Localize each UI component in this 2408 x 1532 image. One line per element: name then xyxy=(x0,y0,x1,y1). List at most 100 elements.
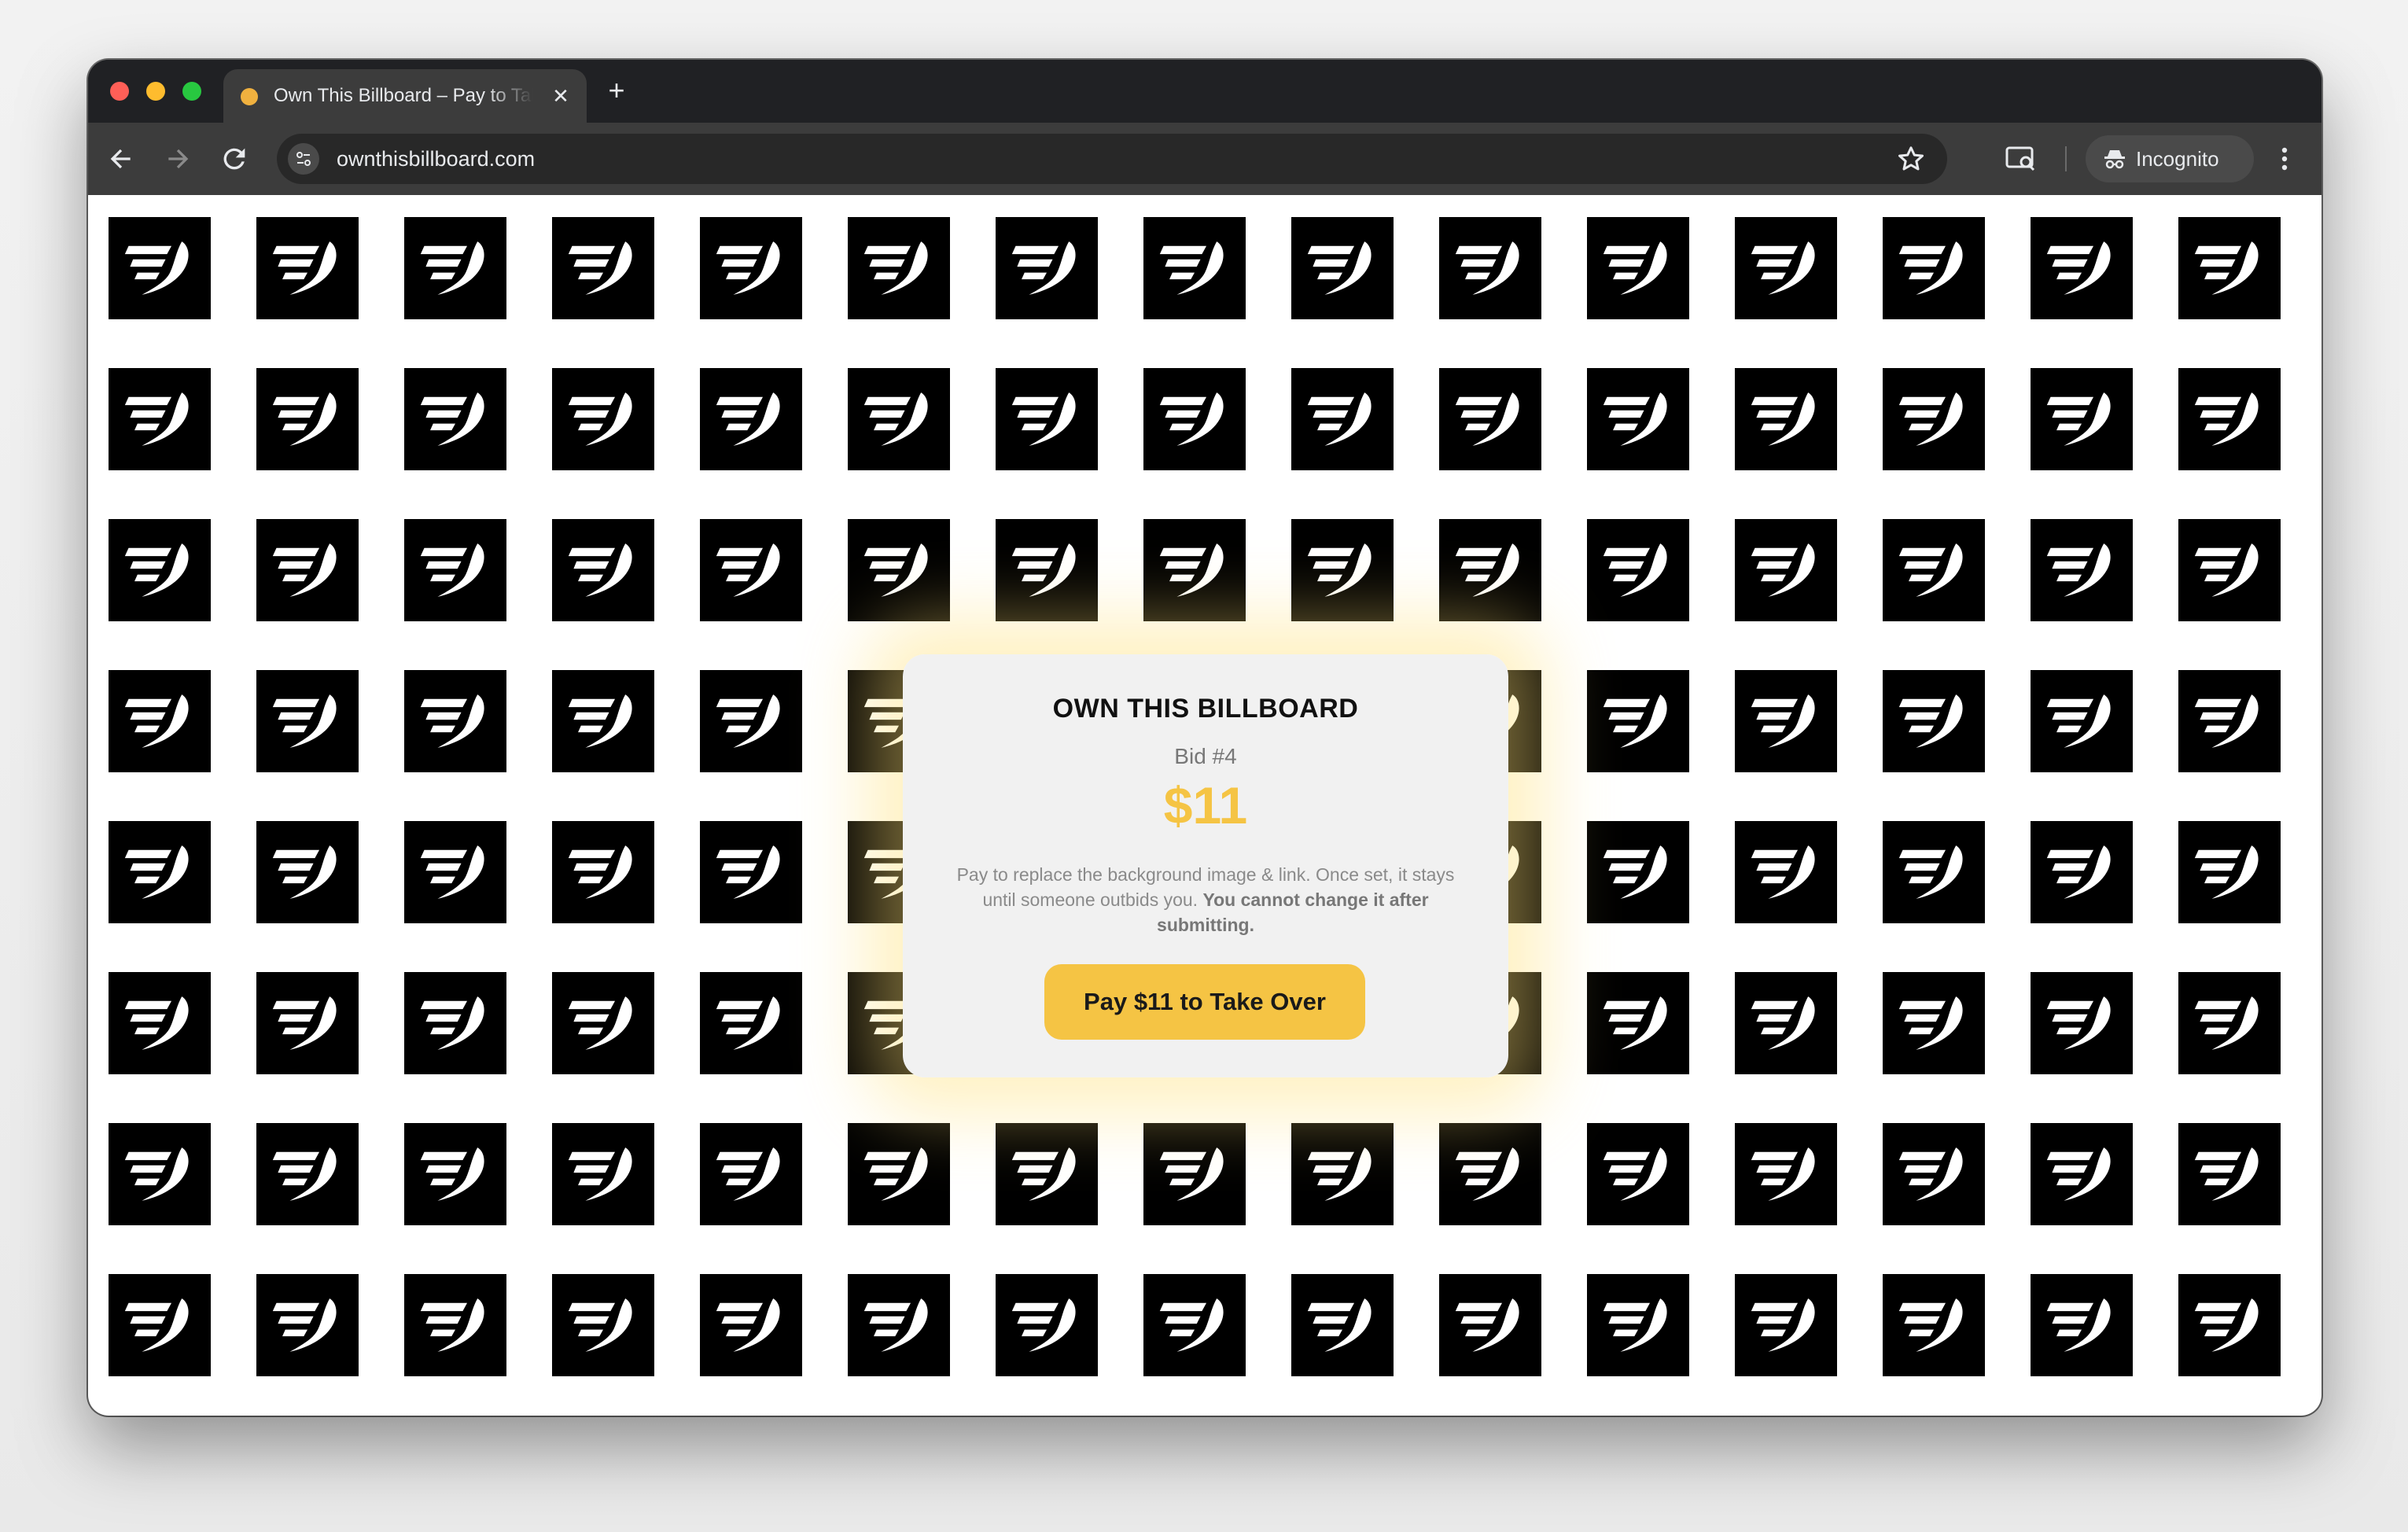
brand-bird-logo-icon xyxy=(124,543,189,597)
pay-take-over-button[interactable]: Pay $11 to Take Over xyxy=(1044,964,1365,1040)
billboard-tile xyxy=(1143,1123,1246,1225)
billboard-tile xyxy=(552,217,654,319)
billboard-tile xyxy=(1291,1274,1394,1376)
billboard-tile xyxy=(2178,972,2281,1074)
billboard-tile xyxy=(1883,972,1985,1074)
brand-bird-logo-icon xyxy=(2046,543,2111,597)
billboard-tile xyxy=(1587,368,1689,470)
brand-bird-logo-icon xyxy=(2046,694,2111,748)
brand-bird-logo-icon xyxy=(1751,1147,1815,1201)
more-menu-icon[interactable] xyxy=(2273,140,2296,178)
billboard-tile xyxy=(109,821,211,923)
brand-bird-logo-icon xyxy=(272,543,337,597)
brand-bird-logo-icon xyxy=(420,1298,484,1352)
billboard-tile xyxy=(404,217,506,319)
brand-bird-logo-icon xyxy=(1603,543,1667,597)
brand-bird-logo-icon xyxy=(2194,996,2259,1050)
brand-bird-logo-icon xyxy=(863,1298,928,1352)
billboard-tile xyxy=(1735,519,1837,621)
brand-bird-logo-icon xyxy=(1751,1298,1815,1352)
brand-bird-logo-icon xyxy=(1898,392,1963,446)
forward-arrow-icon[interactable] xyxy=(162,143,193,175)
page-viewport: OWN THIS BILLBOARD Bid #4 $11 Pay to rep… xyxy=(88,195,2321,1416)
brand-bird-logo-icon xyxy=(1307,241,1372,295)
brand-bird-logo-icon xyxy=(716,694,780,748)
tab-title: Own This Billboard – Pay to Take Over xyxy=(274,85,533,106)
address-bar[interactable]: ownthisbillboard.com xyxy=(277,134,1947,184)
brand-bird-logo-icon xyxy=(420,996,484,1050)
billboard-tile xyxy=(2031,821,2133,923)
billboard-tile xyxy=(1439,519,1541,621)
billboard-tile xyxy=(552,1274,654,1376)
incognito-profile-button[interactable]: Incognito xyxy=(2086,135,2254,182)
brand-bird-logo-icon xyxy=(716,1147,780,1201)
billboard-tile xyxy=(1735,368,1837,470)
modal-description: Pay to replace the background image & li… xyxy=(950,862,1461,937)
back-arrow-icon[interactable] xyxy=(105,143,137,175)
brand-bird-logo-icon xyxy=(1898,241,1963,295)
billboard-tile xyxy=(2031,1123,2133,1225)
maximize-window-button[interactable] xyxy=(182,82,201,101)
billboard-tile xyxy=(109,368,211,470)
brand-bird-logo-icon xyxy=(2194,392,2259,446)
url-text[interactable]: ownthisbillboard.com xyxy=(337,145,535,173)
brand-bird-logo-icon xyxy=(568,392,632,446)
brand-bird-logo-icon xyxy=(1603,845,1667,899)
site-info-icon[interactable] xyxy=(288,143,319,175)
cast-search-icon[interactable] xyxy=(2004,143,2038,175)
brand-bird-logo-icon xyxy=(272,241,337,295)
cast-glyph-icon xyxy=(2005,146,2035,171)
billboard-tile xyxy=(2031,1274,2133,1376)
brand-bird-logo-icon xyxy=(2194,1147,2259,1201)
close-tab-icon[interactable]: ✕ xyxy=(549,84,573,108)
billboard-tile xyxy=(996,1123,1098,1225)
billboard-tile xyxy=(1291,368,1394,470)
billboard-tile xyxy=(1735,972,1837,1074)
brand-bird-logo-icon xyxy=(1159,392,1224,446)
brand-bird-logo-icon xyxy=(1898,543,1963,597)
close-window-button[interactable] xyxy=(110,82,129,101)
bookmark-star-icon[interactable] xyxy=(1895,143,1927,175)
billboard-tile xyxy=(700,972,802,1074)
browser-toolbar: ownthisbillboard.com Incognito xyxy=(88,123,2321,195)
brand-bird-logo-icon xyxy=(863,392,928,446)
browser-window: Own This Billboard – Pay to Take Over ✕ … xyxy=(88,60,2321,1416)
more-vert-icon xyxy=(2281,147,2288,171)
billboard-tile xyxy=(404,519,506,621)
billboard-tile xyxy=(552,368,654,470)
brand-bird-logo-icon xyxy=(2194,845,2259,899)
brand-bird-logo-icon xyxy=(420,392,484,446)
brand-bird-logo-icon xyxy=(1898,694,1963,748)
brand-bird-logo-icon xyxy=(2046,1298,2111,1352)
minimize-window-button[interactable] xyxy=(146,82,165,101)
brand-bird-logo-icon xyxy=(272,1147,337,1201)
reload-icon[interactable] xyxy=(219,143,250,175)
brand-bird-logo-icon xyxy=(1751,543,1815,597)
brand-bird-logo-icon xyxy=(568,1298,632,1352)
new-tab-button[interactable]: + xyxy=(602,76,631,105)
billboard-tile xyxy=(1143,368,1246,470)
brand-bird-logo-icon xyxy=(1307,1298,1372,1352)
bid-number: Bid #4 xyxy=(1174,744,1237,768)
arrow-left-icon xyxy=(110,149,131,169)
brand-bird-logo-icon xyxy=(1011,241,1076,295)
billboard-tile xyxy=(2178,217,2281,319)
browser-tab-active[interactable]: Own This Billboard – Pay to Take Over ✕ xyxy=(223,69,587,123)
billboard-tile xyxy=(700,217,802,319)
billboard-tile xyxy=(2031,670,2133,772)
billboard-tile xyxy=(552,1123,654,1225)
brand-bird-logo-icon xyxy=(716,996,780,1050)
billboard-tile xyxy=(1143,519,1246,621)
billboard-tile xyxy=(2178,1123,2281,1225)
billboard-tile xyxy=(848,217,950,319)
billboard-tile xyxy=(1735,670,1837,772)
billboard-tile xyxy=(1587,972,1689,1074)
brand-bird-logo-icon xyxy=(1455,543,1519,597)
billboard-tile xyxy=(109,1123,211,1225)
billboard-tile xyxy=(1883,368,1985,470)
billboard-tile xyxy=(1735,1274,1837,1376)
brand-bird-logo-icon xyxy=(124,694,189,748)
billboard-tile xyxy=(256,1123,359,1225)
brand-bird-logo-icon xyxy=(420,1147,484,1201)
billboard-tile xyxy=(996,368,1098,470)
